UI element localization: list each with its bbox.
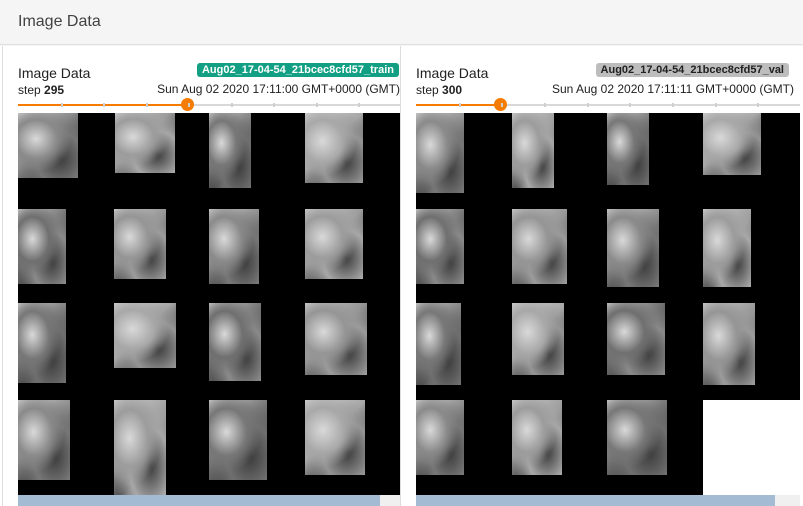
slider-tick [672, 103, 674, 107]
run-badge: Aug02_17-04-54_21bcec8cfd57_train [196, 63, 399, 77]
image-patch [607, 113, 649, 185]
slider-tick [230, 103, 233, 107]
step-prefix: step [18, 83, 41, 97]
image-patch [703, 209, 751, 287]
slider-tick [501, 103, 504, 107]
image-patch [18, 113, 78, 178]
section-header: Image Data [0, 0, 803, 45]
slider-tick [629, 103, 632, 107]
image-patch [209, 113, 251, 188]
image-patch [416, 209, 464, 284]
image-card-train: Image Data Aug02_17-04-54_21bcec8cfd57_t… [2, 46, 401, 506]
image-patch [115, 113, 175, 173]
image-patch [209, 400, 267, 480]
step-slider[interactable] [416, 98, 800, 111]
image-patch [512, 113, 554, 188]
image-card-val: Image Data Aug02_17-04-54_21bcec8cfd57_v… [400, 46, 800, 506]
section-title: Image Data [18, 13, 101, 30]
card-title: Image Data [416, 65, 489, 81]
step-label: step 295 [18, 83, 64, 97]
image-patch [114, 303, 176, 368]
step-value: 300 [442, 83, 463, 97]
horizontal-scrollbar[interactable] [416, 495, 800, 506]
image-patch [703, 303, 755, 385]
image-patch [607, 303, 665, 375]
image-patch [114, 400, 166, 495]
scrollbar-thumb[interactable] [416, 495, 776, 506]
image-patch [18, 400, 70, 480]
image-patch [703, 113, 761, 175]
slider-thumb[interactable] [180, 98, 194, 111]
image-patch [18, 303, 66, 383]
step-slider[interactable] [18, 98, 401, 111]
timestamp: Sun Aug 02 2020 17:11:00 GMT+0000 (GMT) [157, 82, 400, 96]
image-patch [416, 303, 461, 385]
step-value: 295 [44, 83, 65, 97]
slider-tick [315, 103, 318, 107]
image-grid [18, 113, 401, 495]
slider-tick [757, 103, 760, 107]
image-patch [305, 209, 363, 279]
slider-tick [544, 103, 546, 107]
slider-tick [714, 103, 717, 107]
image-patch [209, 303, 261, 381]
run-badge: Aug02_17-04-54_21bcec8cfd57_val [595, 63, 789, 77]
image-patch [209, 209, 259, 284]
image-patch [305, 400, 365, 475]
slider-tick [60, 103, 63, 107]
image-patch [607, 400, 667, 475]
image-patch [305, 303, 367, 375]
slider-tick [273, 103, 276, 107]
scrollbar-thumb[interactable] [18, 495, 380, 506]
image-patch [512, 400, 562, 475]
card-title: Image Data [18, 65, 91, 81]
main-panel: Image Data Aug02_17-04-54_21bcec8cfd57_t… [0, 46, 803, 506]
image-patch [114, 209, 166, 279]
image-patch [512, 209, 567, 284]
image-patch [512, 303, 564, 375]
slider-tick [586, 103, 589, 107]
timestamp: Sun Aug 02 2020 17:11:11 GMT+0000 (GMT) [551, 82, 794, 96]
empty-cell [703, 400, 800, 495]
slider-tick [145, 103, 148, 107]
horizontal-scrollbar[interactable] [18, 495, 401, 506]
image-patch [18, 209, 66, 284]
image-patch [416, 400, 464, 475]
slider-tick [188, 103, 191, 107]
slider-tick [358, 103, 361, 107]
slider-tick [103, 103, 106, 107]
step-prefix: step [416, 83, 439, 97]
image-patch [607, 209, 659, 287]
image-grid [416, 113, 800, 495]
image-patch [305, 113, 363, 183]
image-patch [416, 113, 464, 193]
step-label: step 300 [416, 83, 462, 97]
slider-tick [458, 103, 461, 107]
